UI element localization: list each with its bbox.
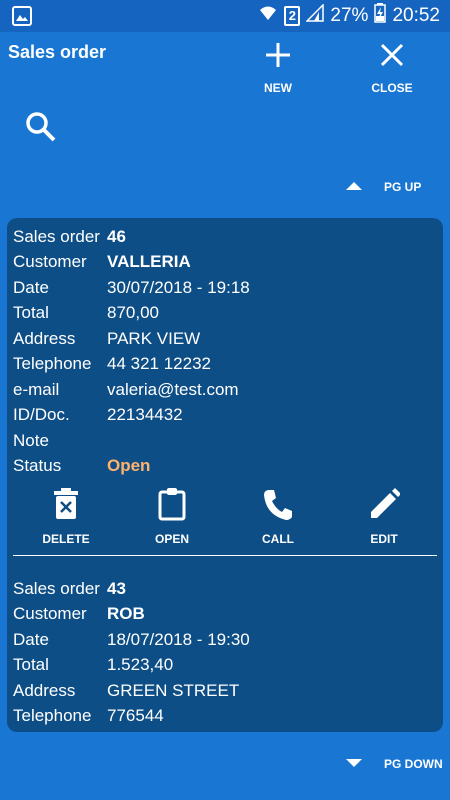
telephone-row: Telephone 776544 bbox=[13, 704, 437, 730]
date-row: Date 30/07/2018 - 19:18 bbox=[13, 275, 437, 301]
pencil-icon bbox=[368, 488, 401, 525]
status-badge: Open bbox=[107, 456, 151, 476]
order-card[interactable]: Sales order 46 Customer VALLERIA Date 30… bbox=[7, 218, 443, 556]
order-total: 1.523,40 bbox=[107, 655, 174, 675]
order-number-row: Sales order 46 bbox=[13, 224, 437, 250]
divider bbox=[13, 555, 437, 556]
date-row: Date 18/07/2018 - 19:30 bbox=[13, 627, 437, 653]
telephone-row: Telephone 44 321 12232 bbox=[13, 352, 437, 378]
total-row: Total 870,00 bbox=[13, 301, 437, 327]
field-label: Note bbox=[13, 430, 49, 450]
order-number: 46 bbox=[107, 226, 126, 246]
customer-row: Customer ROB bbox=[13, 602, 437, 628]
order-address: PARK VIEW bbox=[107, 328, 201, 348]
field-label: e-mail bbox=[13, 379, 60, 399]
order-address: GREEN STREET bbox=[107, 680, 240, 700]
signal-icon bbox=[305, 3, 325, 28]
id-doc-row: ID/Doc. 22134432 bbox=[13, 403, 437, 429]
open-label: OPEN bbox=[154, 532, 189, 546]
delete-button[interactable]: DELETE bbox=[21, 487, 111, 549]
page-up-button[interactable]: PG UP bbox=[346, 180, 421, 194]
customer-row: Customer VALLERIA bbox=[13, 250, 437, 276]
status-row: Status Open bbox=[13, 454, 437, 480]
clock: 20:52 bbox=[392, 5, 440, 26]
field-label: Customer bbox=[13, 252, 87, 272]
customer-name: ROB bbox=[107, 604, 145, 624]
status-bar: 2 27% 20:52 bbox=[0, 0, 450, 32]
edit-button[interactable]: EDIT bbox=[339, 487, 429, 549]
arrow-down-icon bbox=[346, 757, 362, 771]
order-telephone: 776544 bbox=[107, 706, 164, 726]
page-down-button[interactable]: PG DOWN bbox=[346, 757, 443, 771]
new-button-label: NEW bbox=[264, 81, 292, 95]
order-date: 30/07/2018 - 19:18 bbox=[107, 277, 250, 297]
orders-list[interactable]: Sales order 46 Customer VALLERIA Date 30… bbox=[7, 218, 443, 732]
phone-icon bbox=[262, 490, 294, 525]
address-row: Address GREEN STREET bbox=[13, 678, 437, 704]
call-label: CALL bbox=[262, 532, 294, 546]
order-id-doc: 22134432 bbox=[107, 405, 183, 425]
field-label: Address bbox=[13, 328, 76, 348]
order-number: 43 bbox=[107, 578, 126, 598]
field-label: Date bbox=[13, 277, 49, 297]
close-icon bbox=[377, 43, 407, 74]
trash-icon bbox=[51, 488, 81, 525]
wifi-icon bbox=[258, 4, 278, 28]
email-row: e-mail valeria@test.com bbox=[13, 377, 437, 403]
field-label: ID/Doc. bbox=[13, 405, 70, 425]
order-number-row: Sales order 43 bbox=[13, 576, 437, 602]
field-label: Address bbox=[13, 680, 76, 700]
field-label: Telephone bbox=[13, 706, 92, 726]
order-total: 870,00 bbox=[107, 303, 159, 323]
order-telephone: 44 321 12232 bbox=[107, 354, 211, 374]
page-title: Sales order bbox=[8, 42, 107, 62]
edit-label: EDIT bbox=[370, 532, 398, 546]
clipboard-icon bbox=[157, 488, 187, 525]
open-button[interactable]: OPEN bbox=[127, 487, 217, 549]
field-label: Date bbox=[13, 629, 49, 649]
page-down-label: PG DOWN bbox=[384, 757, 443, 771]
address-row: Address PARK VIEW bbox=[13, 326, 437, 352]
field-label: Sales order bbox=[13, 578, 100, 598]
search-icon[interactable] bbox=[24, 110, 58, 149]
field-label: Telephone bbox=[13, 354, 92, 374]
battery-icon bbox=[374, 3, 387, 29]
field-label: Total bbox=[13, 303, 49, 323]
order-actions: DELETE OPEN CALL EDIT bbox=[13, 487, 437, 549]
field-label: Customer bbox=[13, 604, 87, 624]
close-button[interactable]: CLOSE bbox=[352, 40, 432, 95]
field-label: Sales order bbox=[13, 226, 100, 246]
arrow-up-icon bbox=[346, 180, 362, 194]
total-row: Total 1.523,40 bbox=[13, 653, 437, 679]
sim-badge: 2 bbox=[284, 6, 301, 26]
order-card[interactable]: Sales order 43 Customer ROB Date 18/07/2… bbox=[7, 570, 443, 729]
gallery-notification-icon bbox=[12, 6, 32, 31]
close-button-label: CLOSE bbox=[371, 81, 413, 95]
delete-label: DELETE bbox=[42, 532, 90, 546]
order-date: 18/07/2018 - 19:30 bbox=[107, 629, 250, 649]
plus-icon bbox=[263, 43, 293, 74]
order-email: valeria@test.com bbox=[107, 379, 239, 399]
battery-level: 27% bbox=[330, 5, 369, 26]
call-button[interactable]: CALL bbox=[233, 487, 323, 549]
page-up-label: PG UP bbox=[384, 180, 422, 194]
field-label: Total bbox=[13, 655, 49, 675]
field-label: Status bbox=[13, 456, 62, 476]
customer-name: VALLERIA bbox=[107, 252, 191, 272]
note-row: Note bbox=[13, 428, 437, 454]
new-button[interactable]: NEW bbox=[238, 40, 318, 95]
